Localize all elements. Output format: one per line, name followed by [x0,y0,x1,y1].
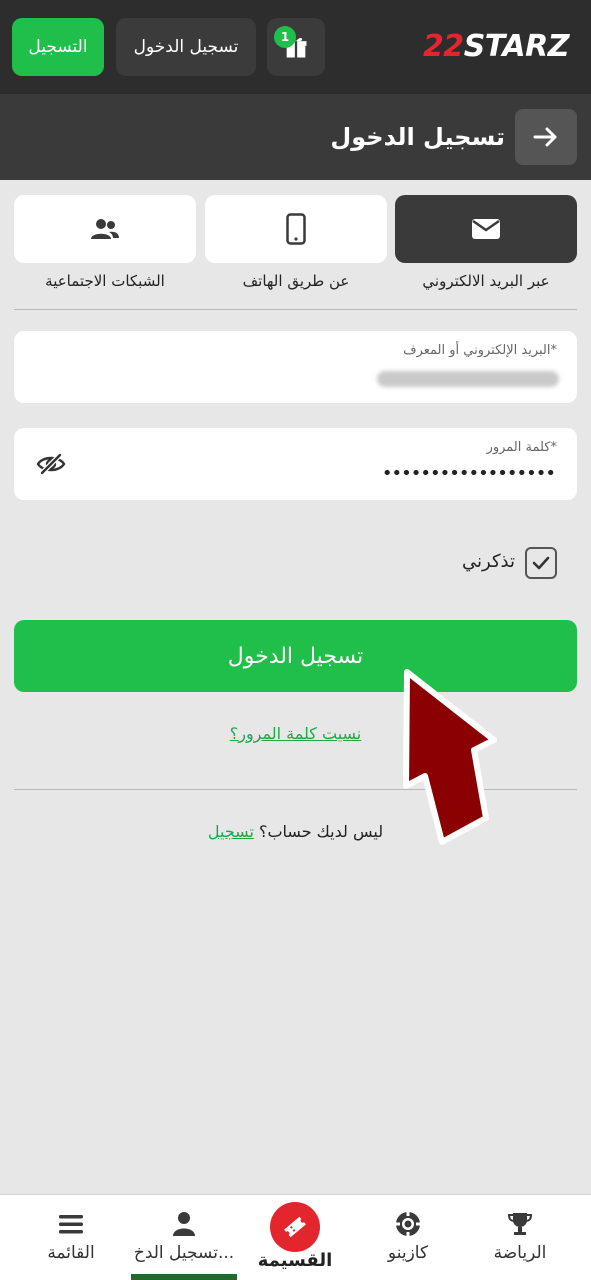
tab-email-label: عبر البريد الالكتروني [422,272,550,290]
eye-slash-icon [36,453,66,475]
toggle-password-visibility[interactable] [36,450,66,478]
trophy-icon [507,1213,533,1235]
brand-logo[interactable]: 22 STARZ [422,28,570,64]
email-value-redacted [377,371,559,387]
tab-social[interactable] [14,195,196,263]
tab-email[interactable] [395,195,577,263]
login-button-top[interactable]: تسجيل الدخول [116,18,256,76]
nav-menu-label: القائمة [47,1243,95,1263]
no-account-text: ليس لديك حساب؟ [259,822,384,841]
email-field[interactable]: البريد الإلكتروني أو المعرف* [14,331,577,403]
nav-betslip-button[interactable] [270,1202,320,1252]
nav-betslip-label: القسيمة [257,1250,333,1271]
logo-text: STARZ [463,28,570,64]
active-tab-indicator [131,1274,237,1280]
logo-prefix: 22 [422,28,464,64]
password-field[interactable]: كلمة المرور* •••••••••••••••••• [14,428,577,500]
nav-menu[interactable]: القائمة [16,1195,126,1280]
arrow-right-icon [533,127,557,147]
nav-sports[interactable]: الرياضة [465,1195,575,1280]
password-field-label: كلمة المرور* [486,440,557,455]
gift-count-badge: 1 [274,26,296,48]
menu-icon [59,1215,83,1234]
tab-phone[interactable] [205,195,387,263]
remember-label[interactable]: تذكرني [462,551,515,572]
back-button[interactable] [515,109,577,165]
tab-social-label: الشبكات الاجتماعية [45,272,165,290]
page-header: تسجيل الدخول [0,94,591,180]
nav-casino[interactable]: كازينو [353,1195,463,1280]
chip-icon [396,1212,420,1236]
top-bar: التسجيل تسجيل الدخول 1 22 STARZ [0,0,591,94]
users-icon [91,219,119,239]
nav-login-label: تسجيل الدخ... [133,1243,235,1263]
phone-icon [286,213,306,245]
remember-checkbox[interactable] [525,547,557,579]
tab-phone-label: عن طريق الهاتف [242,272,350,290]
check-icon [532,556,550,570]
password-value: •••••••••••••••••• [381,463,556,484]
nav-sports-label: الرياضة [493,1243,547,1263]
ticket-icon [284,1216,306,1238]
signup-link[interactable]: تسجيل [208,822,254,841]
annotation-arrow [403,669,497,845]
envelope-icon [472,219,500,239]
page-title: تسجيل الدخول [330,123,505,151]
email-field-label: البريد الإلكتروني أو المعرف* [403,343,557,358]
user-icon [173,1212,195,1236]
nav-login[interactable]: تسجيل الدخ... [129,1195,239,1280]
divider [14,309,577,310]
gift-button[interactable] [267,18,325,76]
nav-casino-label: كازينو [387,1243,429,1263]
register-button[interactable]: التسجيل [12,18,104,76]
